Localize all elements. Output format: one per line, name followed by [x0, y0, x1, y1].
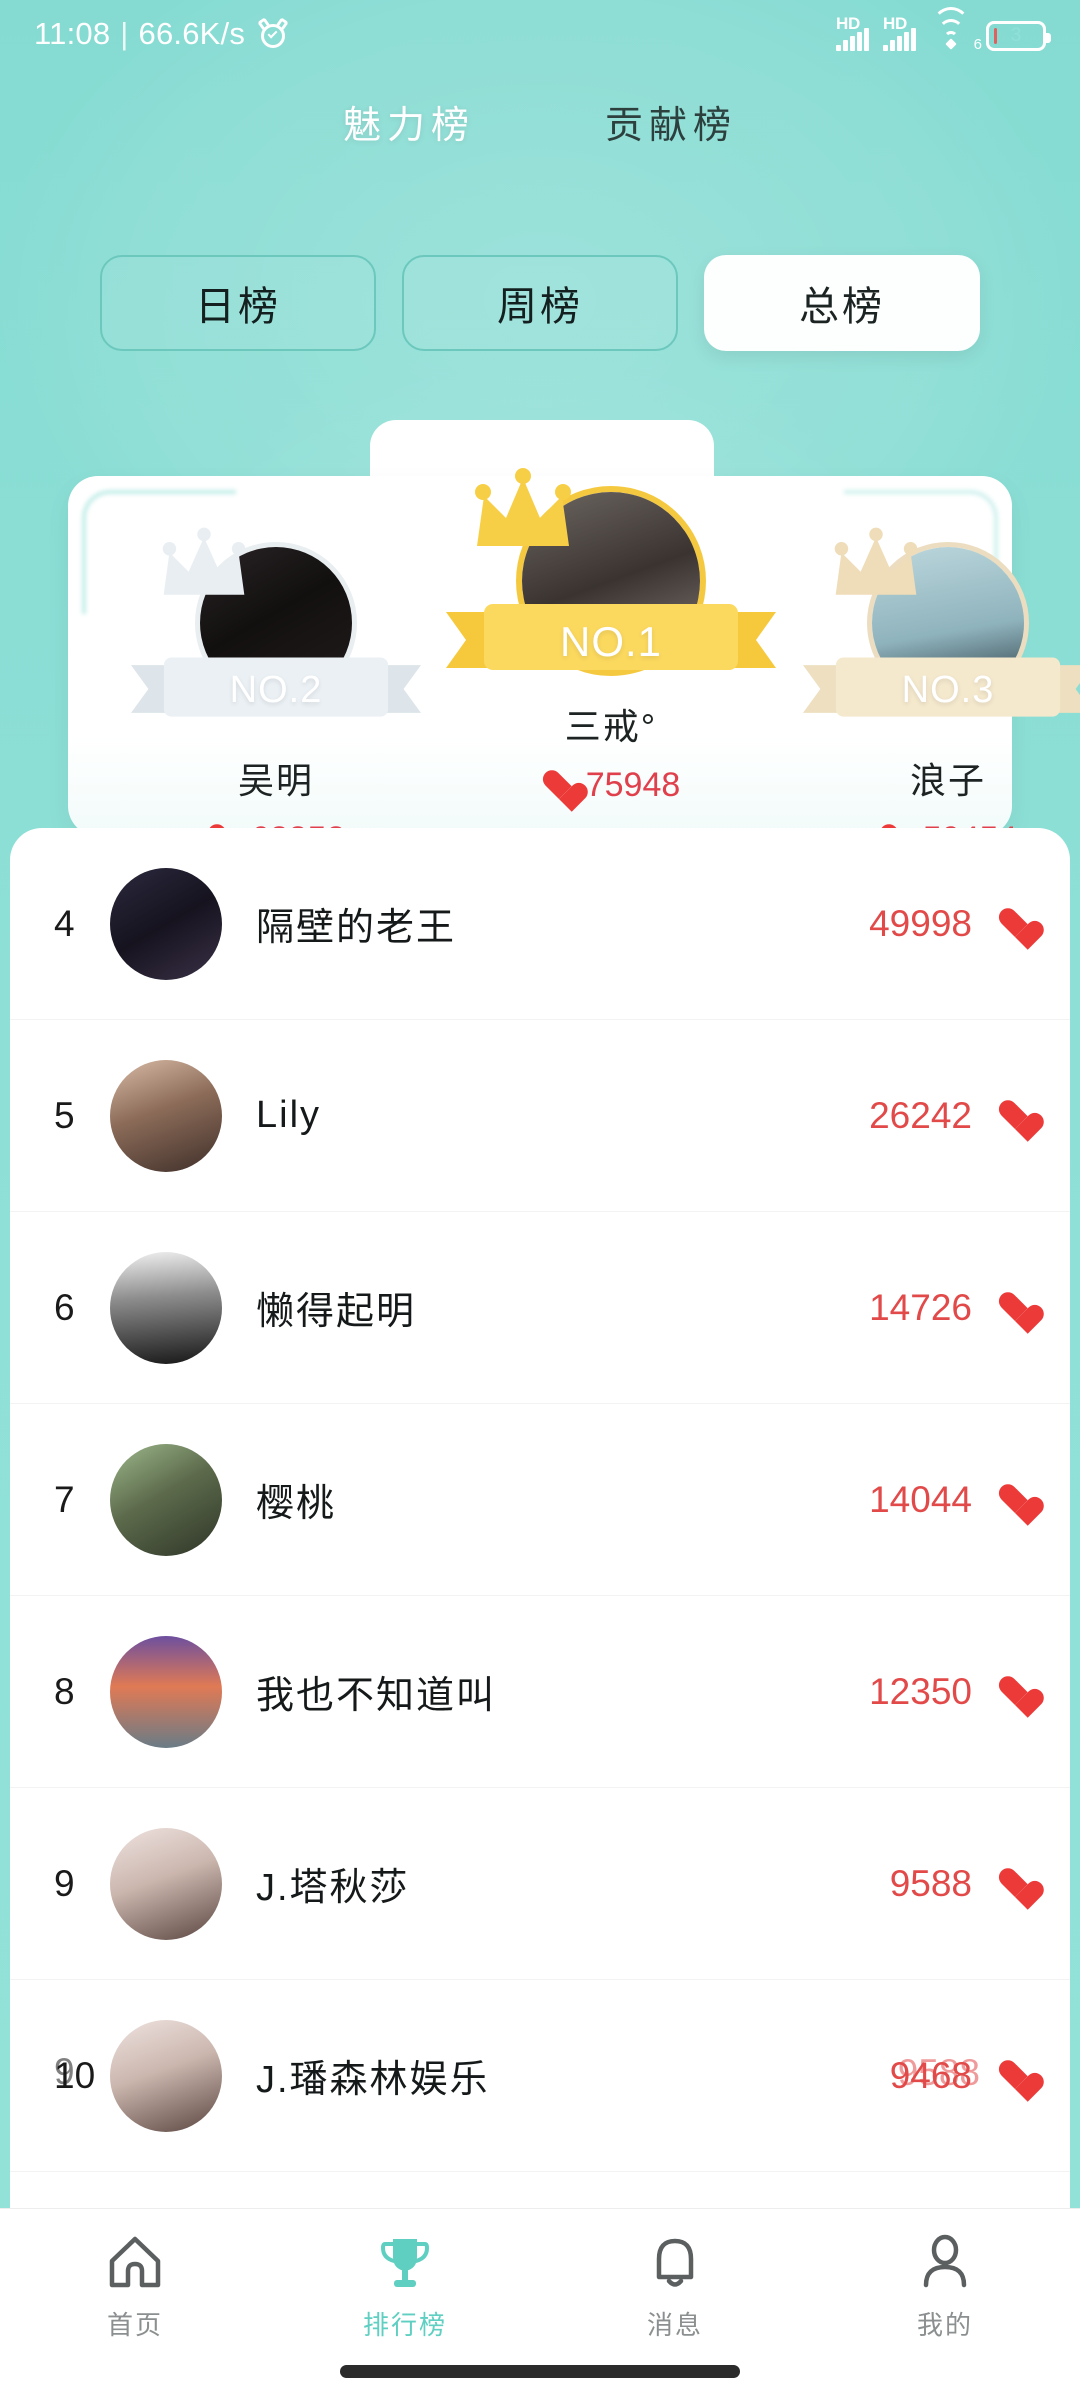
signal-icon-sim1: HD — [836, 14, 869, 51]
rank-badge-first: NO.1 — [559, 617, 663, 665]
heart-icon — [998, 908, 1032, 939]
row-name: J.塔秋莎 — [256, 1867, 410, 1909]
table-row[interactable]: 8 我也不知道叫 12350 — [10, 1596, 1070, 1788]
rank-ribbon-third: NO.3 — [803, 648, 1080, 730]
heart-icon — [998, 1292, 1032, 1323]
avatar — [110, 1635, 222, 1748]
crown-icon-gold — [468, 468, 578, 558]
row-rank: 6 — [54, 1286, 75, 1328]
row-score: 49998 — [869, 902, 972, 944]
avatar — [110, 1827, 222, 1940]
hd-label-sim1: HD — [836, 14, 860, 33]
battery-icon: 3 — [986, 21, 1051, 51]
status-time: 11:08 — [34, 16, 111, 51]
status-bar-right: HD HD 6 3 — [836, 7, 1051, 53]
nav-label-home: 首页 — [106, 2310, 163, 2340]
row-rank: 10 — [54, 2054, 96, 2096]
segment-daily[interactable]: 日榜 — [100, 255, 376, 351]
podium-first-score-row: 75948 — [436, 766, 786, 805]
nav-label-ranking: 排行榜 — [362, 2310, 447, 2340]
crown-icon-bronze — [828, 526, 924, 606]
status-network-speed: 66.6K/s — [138, 16, 246, 51]
segment-weekly[interactable]: 周榜 — [402, 255, 678, 351]
heart-icon — [998, 1100, 1032, 1131]
rank-badge-second: NO.2 — [229, 669, 323, 712]
avatar — [110, 1251, 222, 1364]
heart-icon — [998, 1484, 1032, 1515]
row-name: 樱桃 — [256, 1483, 337, 1525]
podium-third-medal: NO.3 — [788, 500, 1080, 748]
heart-icon — [998, 1868, 1032, 1899]
row-rank: 7 — [54, 1478, 75, 1520]
ranking-list[interactable]: 4 隔壁的老王 49998 5 Lily 26242 6 懒得起明 14726 … — [10, 828, 1070, 2208]
status-bar-left: 11:08 | 66.6K/s — [34, 16, 289, 52]
row-score: 26242 — [869, 1094, 972, 1136]
podium-third-name: 浪子 — [909, 760, 986, 801]
hd-label-sim2: HD — [883, 14, 907, 33]
podium-first-medal: NO.1 — [436, 452, 786, 700]
podium-third-place[interactable]: NO.3 浪子 59454 — [788, 500, 1080, 859]
home-indicator[interactable] — [340, 2365, 740, 2378]
person-icon — [916, 2233, 974, 2291]
row-score: 14044 — [869, 1478, 972, 1520]
avatar — [110, 1443, 222, 1556]
period-segmented-control: 日榜 周榜 总榜 — [0, 255, 1080, 351]
podium-second-place[interactable]: NO.2 吴明 62852 — [116, 500, 436, 859]
row-name: Lily — [256, 1094, 322, 1136]
table-row[interactable]: 6 懒得起明 14726 — [10, 1212, 1070, 1404]
header-tabs: 魅力榜 贡献榜 — [0, 94, 1080, 149]
avatar — [110, 867, 222, 980]
podium-second-medal: NO.2 — [116, 500, 436, 748]
trophy-icon — [376, 2233, 434, 2291]
home-icon — [106, 2233, 164, 2291]
avatar — [110, 2019, 222, 2132]
nav-label-messages: 消息 — [646, 2310, 703, 2340]
row-name: 懒得起明 — [256, 1291, 417, 1333]
tab-contribution-ranking[interactable]: 贡献榜 — [605, 94, 737, 149]
row-rank: 8 — [54, 1670, 75, 1712]
nav-item-home[interactable]: 首页 — [0, 2209, 270, 2400]
tab-charm-ranking[interactable]: 魅力榜 — [343, 94, 475, 149]
podium-first-name: 三戒° — [564, 706, 658, 747]
wifi-generation-label: 6 — [973, 36, 982, 53]
heart-icon — [542, 770, 576, 801]
row-score: 12350 — [869, 1670, 972, 1712]
wifi-icon: 6 — [930, 7, 982, 53]
podium-second-name: 吴明 — [237, 760, 314, 801]
row-rank: 5 — [54, 1094, 75, 1136]
table-row[interactable]: 9 J.塔秋莎 9588 — [10, 1788, 1070, 1980]
nav-label-profile: 我的 — [916, 2310, 973, 2340]
signal-icon-sim2: HD — [883, 14, 916, 51]
rank-badge-third: NO.3 — [901, 669, 995, 712]
podium-first-place[interactable]: NO.1 三戒° 75948 — [436, 452, 786, 805]
heart-icon — [998, 2060, 1032, 2091]
row-score: 14726 — [869, 1286, 972, 1328]
nav-item-profile[interactable]: 我的 — [810, 2209, 1080, 2400]
segment-overall[interactable]: 总榜 — [704, 255, 980, 351]
row-rank: 4 — [54, 902, 75, 944]
table-row[interactable]: 4 隔壁的老王 49998 — [10, 828, 1070, 1020]
podium-card: NO.2 吴明 62852 — [68, 468, 1080, 858]
row-name: 隔壁的老王 — [256, 907, 457, 949]
alarm-icon — [257, 17, 289, 48]
avatar — [110, 1059, 222, 1172]
row-name: 我也不知道叫 — [256, 1675, 497, 1717]
status-separator: | — [120, 16, 129, 51]
crown-icon-silver — [156, 526, 252, 606]
row-score: 9468 — [889, 2054, 972, 2096]
rank-ribbon-second: NO.2 — [131, 648, 421, 730]
heart-icon — [998, 1676, 1032, 1707]
status-bar: 11:08 | 66.6K/s HD HD 6 3 — [0, 0, 1080, 68]
table-row[interactable]: 5 Lily 26242 — [10, 1020, 1070, 1212]
table-row[interactable]: 7 樱桃 14044 — [10, 1404, 1070, 1596]
bell-icon — [646, 2233, 704, 2291]
row-rank: 9 — [54, 1862, 75, 1904]
rank-ribbon-first: NO.1 — [446, 594, 776, 686]
row-score: 9588 — [889, 1862, 972, 1904]
row-name: J.璠森林娱乐 — [256, 2059, 490, 2101]
table-row[interactable]: 9 10 J.璠森林娱乐 9588 9468 — [10, 1980, 1070, 2172]
battery-level-label: 3 — [1010, 25, 1022, 46]
podium-first-score: 75948 — [585, 766, 681, 804]
